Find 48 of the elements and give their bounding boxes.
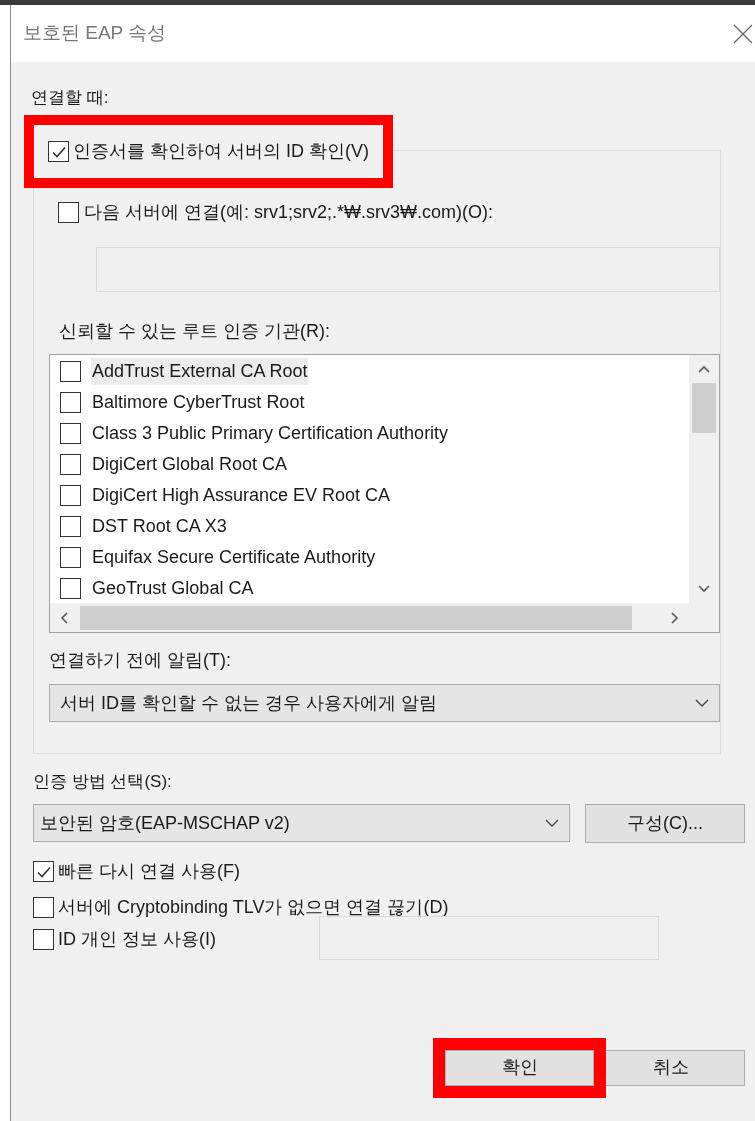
checkbox[interactable] — [33, 861, 54, 882]
section-label: 연결할 때: — [31, 87, 110, 109]
list-item[interactable]: Equifax Secure Certificate Authority — [91, 544, 377, 571]
window-title: 보호된 EAP 속성 — [23, 21, 167, 46]
checkbox-label: 다음 서버에 연결(예: srv1;srv2;.*₩.srv3₩.com)(O): — [84, 201, 493, 224]
checkbox-label: 인증서를 확인하여 서버의 ID 확인(V) — [73, 140, 369, 163]
checkbox[interactable] — [60, 516, 81, 537]
dropdown-value: 보안된 암호(EAP-MSCHAP v2) — [40, 811, 290, 835]
scrollbar-thumb[interactable] — [692, 383, 716, 433]
chevron-down-icon[interactable] — [698, 585, 710, 593]
notify-dropdown[interactable]: 서버 ID를 확인할 수 없는 경우 사용자에게 알림 — [49, 684, 720, 722]
list-item[interactable]: DST Root CA X3 — [91, 513, 228, 540]
field-label: 인증 방법 선택(S): — [33, 771, 173, 793]
checkbox[interactable] — [60, 547, 81, 568]
configure-button[interactable]: 구성(C)... — [585, 803, 745, 843]
chevron-down-icon — [545, 819, 560, 827]
checkbox[interactable] — [33, 897, 54, 918]
close-icon[interactable] — [733, 23, 753, 44]
checkbox[interactable] — [60, 423, 81, 444]
checkbox-label: 서버에 Cryptobinding TLV가 없으면 연결 끊기(D) — [58, 896, 449, 919]
checkbox[interactable] — [60, 485, 81, 506]
checkbox[interactable] — [60, 454, 81, 475]
list-item[interactable]: DigiCert High Assurance EV Root CA — [91, 482, 392, 509]
checkbox[interactable] — [58, 202, 79, 223]
list-item[interactable]: DigiCert Global Root CA — [91, 451, 289, 478]
scrollbar-thumb[interactable] — [80, 605, 632, 630]
chevron-up-icon[interactable] — [698, 365, 710, 373]
checkbox[interactable] — [48, 141, 69, 162]
list-item[interactable]: GeoTrust Global CA — [91, 575, 255, 602]
checkbox-label: ID 개인 정보 사용(I) — [58, 927, 216, 951]
checkbox[interactable] — [60, 578, 81, 599]
checkbox[interactable] — [60, 361, 81, 382]
chevron-right-icon[interactable] — [671, 611, 679, 624]
vertical-scrollbar[interactable] — [689, 355, 719, 603]
chevron-down-icon — [695, 699, 709, 707]
chevron-left-icon[interactable] — [60, 611, 68, 624]
field-label: 연결하기 전에 알림(T): — [49, 649, 232, 672]
list-item[interactable]: Class 3 Public Primary Certification Authority — [91, 420, 450, 447]
checkbox[interactable] — [33, 928, 54, 950]
dropdown-value: 서버 ID를 확인할 수 없는 경우 사용자에게 알림 — [60, 691, 437, 715]
auth-method-dropdown[interactable]: 보안된 암호(EAP-MSCHAP v2) — [33, 804, 571, 842]
checkbox-label: 빠른 다시 연결 사용(F) — [58, 860, 240, 883]
horizontal-scrollbar[interactable] — [50, 603, 719, 632]
checkbox[interactable] — [60, 392, 81, 413]
list-item[interactable]: AddTrust External CA Root — [91, 358, 309, 385]
list-item[interactable]: Baltimore CyberTrust Root — [91, 389, 306, 416]
dialog-button[interactable]: 확인 — [445, 1049, 594, 1086]
field-label: 신뢰할 수 있는 루트 인증 기관(R): — [59, 320, 331, 343]
